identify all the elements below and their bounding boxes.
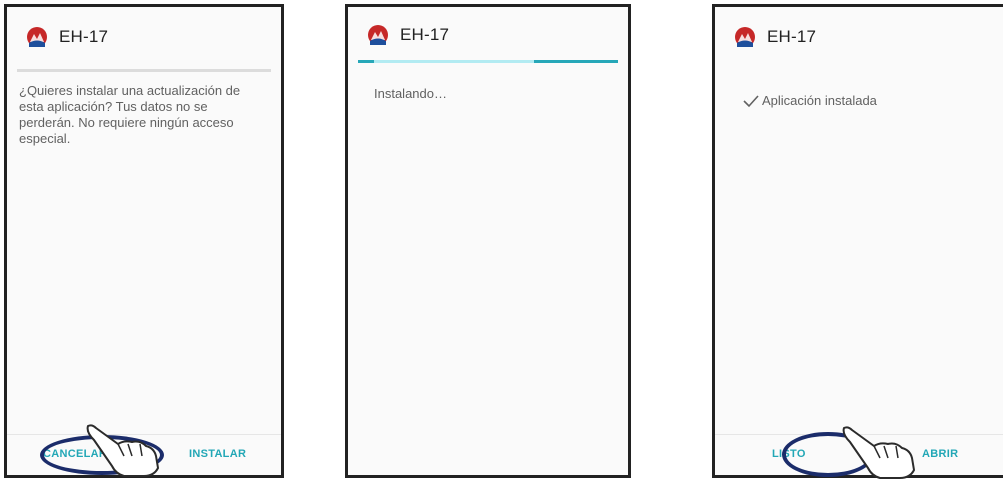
app-logo-icon (368, 25, 388, 45)
dialog-header: EH-17 (715, 7, 1003, 67)
dialog-header: EH-17 (348, 7, 628, 63)
install-dialog: EH-17 ¿Quieres instalar una actualizació… (7, 7, 281, 475)
app-title: EH-17 (400, 25, 450, 44)
app-title: EH-17 (767, 27, 817, 46)
app-logo-icon (735, 27, 755, 47)
installed-status: Aplicación instalada (762, 93, 877, 108)
app-title: EH-17 (59, 27, 109, 46)
app-logo-icon (27, 27, 47, 47)
install-button[interactable]: INSTALAR (189, 448, 246, 460)
header-divider (17, 69, 271, 72)
phone-screen-installing: EH-17 Instalando… (345, 4, 631, 478)
installing-status: Instalando… (374, 86, 447, 101)
phone-screen-confirm: EH-17 ¿Quieres instalar una actualizació… (4, 4, 284, 478)
phone-screen-installed: EH-17 Aplicación instalada LISTO ABRIR (712, 4, 1003, 479)
pointing-hand-icon (86, 424, 159, 477)
progress-segment (358, 60, 374, 63)
open-button[interactable]: ABRIR (922, 448, 958, 460)
dialog-header: EH-17 (7, 7, 281, 67)
installing-dialog: EH-17 Instalando… (348, 7, 628, 475)
checkmark-icon (743, 94, 759, 107)
install-message: ¿Quieres instalar una actualización de e… (19, 83, 241, 146)
progress-segment (534, 60, 618, 63)
pointing-hand-icon (842, 426, 915, 479)
install-progress-bar (358, 60, 618, 63)
installed-dialog: EH-17 Aplicación instalada LISTO ABRIR (715, 7, 1003, 475)
installed-status-row: Aplicación instalada (743, 93, 877, 108)
